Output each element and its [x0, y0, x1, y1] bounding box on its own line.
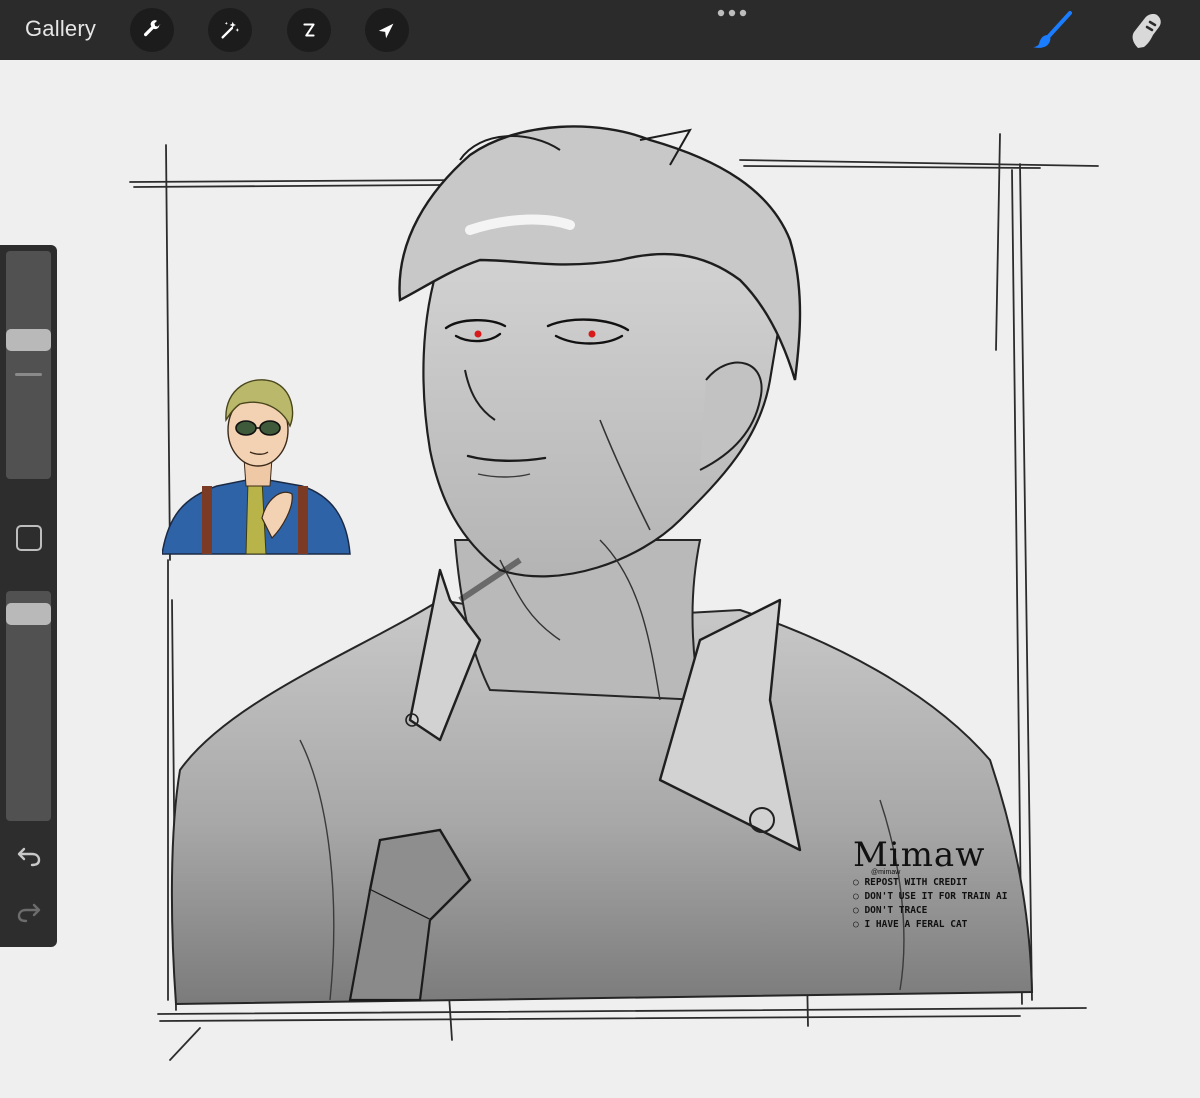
undo-icon[interactable] — [16, 843, 42, 869]
left-sidebar — [0, 245, 57, 947]
opacity-thumb[interactable] — [6, 603, 51, 626]
transform-button[interactable] — [365, 8, 409, 52]
smudge-finger-icon[interactable] — [1124, 10, 1168, 50]
magic-wand-icon — [221, 21, 240, 39]
selection-button[interactable] — [287, 8, 331, 52]
arrow-cursor-icon — [378, 23, 394, 39]
gallery-button[interactable]: Gallery — [25, 16, 96, 42]
actions-button[interactable] — [130, 8, 174, 52]
artwork-sketch — [129, 125, 1099, 1061]
slider-tick — [15, 373, 42, 376]
watermark-rule: I HAVE A FERAL CAT — [853, 918, 1013, 932]
top-toolbar: Gallery — [0, 0, 1200, 60]
square-modify-icon[interactable] — [16, 525, 42, 551]
wrench-icon — [143, 20, 161, 37]
opacity-slider[interactable] — [6, 591, 51, 821]
brush-size-thumb[interactable] — [6, 329, 51, 352]
selection-s-icon — [303, 23, 315, 37]
adjustments-button[interactable] — [208, 8, 252, 52]
brush-size-slider[interactable] — [6, 251, 51, 479]
watermark-rule: DON'T TRACE — [853, 904, 1013, 918]
artist-watermark: Mimaw @mimaw REPOST WITH CREDIT DON'T US… — [853, 835, 1013, 932]
watermark-rule: REPOST WITH CREDIT — [853, 876, 1013, 890]
redo-icon[interactable] — [16, 899, 42, 925]
reference-character-icon — [162, 379, 351, 555]
drawing-canvas[interactable]: Mimaw @mimaw REPOST WITH CREDIT DON'T US… — [60, 60, 1200, 1098]
ellipsis-icon[interactable] — [716, 8, 748, 20]
watermark-rule: DON'T USE IT FOR TRAIN AI — [853, 890, 1013, 904]
brush-icon[interactable] — [1030, 10, 1074, 50]
